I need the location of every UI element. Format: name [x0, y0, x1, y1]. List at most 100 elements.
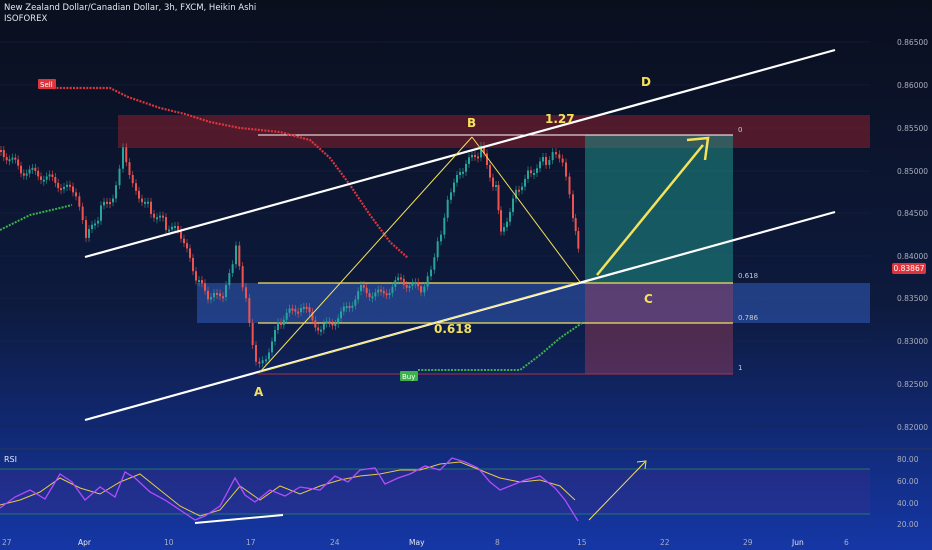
candle [241, 266, 244, 288]
candle [37, 170, 40, 177]
time-label: 22 [660, 538, 670, 547]
chart-canvas[interactable]: A B C D 1.27 0.618 0 0.618 0.786 1 Sell … [0, 0, 932, 550]
candle [97, 220, 99, 224]
sell-trail [40, 86, 409, 259]
candle [524, 178, 526, 187]
candle [213, 293, 215, 298]
candle [274, 330, 276, 342]
candle [360, 285, 362, 292]
candle [265, 359, 267, 362]
candle [153, 213, 155, 218]
fib-1-label: 1 [738, 364, 742, 372]
rsi-label: 20.00 [897, 520, 919, 529]
point-a-label: A [254, 385, 264, 399]
time-label: Jun [791, 538, 804, 547]
price-label: 0.84000 [897, 252, 928, 261]
candle [285, 312, 288, 320]
candle [577, 231, 580, 249]
candle [405, 284, 408, 288]
candle [85, 220, 87, 238]
candle [408, 286, 411, 289]
candle [135, 183, 137, 191]
price-label: 0.83500 [897, 294, 928, 303]
rsi-axis[interactable]: 80.00 60.00 40.00 20.00 [897, 455, 919, 529]
time-label: 6 [844, 538, 849, 547]
extension-label: 1.27 [545, 112, 575, 126]
candle [382, 290, 385, 294]
candle [75, 192, 77, 197]
candle [106, 201, 108, 204]
candle [31, 167, 34, 170]
current-price-tag: 0.83867 [892, 263, 926, 274]
candle [45, 176, 48, 180]
candle [551, 152, 554, 161]
candle [325, 321, 328, 324]
candle [63, 186, 65, 190]
price-label: 0.83000 [897, 337, 928, 346]
candle [465, 163, 467, 172]
candle [204, 283, 206, 291]
candle [305, 306, 308, 309]
candle [328, 321, 331, 324]
candle [109, 202, 111, 205]
candle [521, 186, 523, 191]
candle [159, 215, 161, 218]
candle [411, 282, 414, 287]
candle [222, 296, 224, 299]
candle [527, 170, 529, 179]
candle [245, 287, 247, 299]
candle [48, 174, 51, 177]
time-label: 8 [495, 538, 500, 547]
candle [331, 323, 334, 326]
candle [288, 308, 291, 313]
candle [565, 162, 567, 177]
candle [322, 323, 325, 330]
candle [414, 282, 417, 285]
candle [88, 229, 90, 238]
candle [314, 320, 317, 328]
buy-tag-label: Buy [402, 373, 415, 381]
candle [568, 176, 571, 195]
candle [503, 227, 505, 232]
candle [574, 218, 577, 232]
candle [20, 165, 22, 174]
candle [423, 286, 426, 293]
candle [297, 311, 300, 314]
candle [5, 157, 8, 161]
candle [271, 341, 273, 353]
candle [280, 322, 282, 325]
time-axis[interactable]: 27 Apr 10 17 24 May 8 15 22 29 Jun 6 [2, 538, 849, 547]
candle [17, 159, 20, 166]
candle [489, 165, 491, 178]
time-label: Apr [78, 538, 92, 547]
candle [2, 150, 5, 158]
candle [430, 269, 432, 277]
candle [542, 157, 544, 162]
price-candles [0, 141, 580, 368]
point-c-label: C [644, 292, 653, 306]
fib-0-label: 0 [738, 126, 742, 134]
candle [334, 323, 337, 326]
price-axis[interactable]: 0.86500 0.86000 0.85500 0.85000 0.84500 … [897, 38, 928, 432]
candle [450, 192, 452, 200]
point-b-label: B [467, 116, 476, 130]
candle [277, 322, 279, 331]
candle [251, 322, 254, 345]
candle [138, 190, 140, 199]
candle [228, 273, 231, 286]
time-label: 17 [246, 538, 256, 547]
candle [162, 215, 164, 218]
candle [512, 198, 514, 212]
candle [533, 172, 535, 175]
time-label: 15 [577, 538, 587, 547]
retracement-label: 0.618 [434, 322, 472, 336]
candle [144, 201, 146, 204]
price-label: 0.86500 [897, 38, 928, 47]
candle [150, 201, 152, 214]
candle [91, 224, 93, 230]
candle [518, 189, 520, 192]
candle [231, 264, 234, 274]
candle [128, 162, 131, 175]
candle [380, 289, 382, 292]
candle [40, 176, 42, 180]
